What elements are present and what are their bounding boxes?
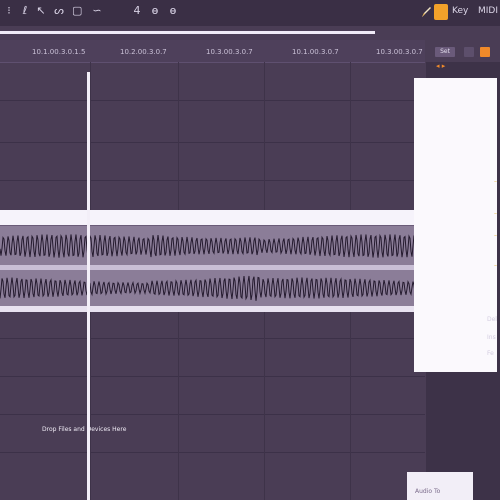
draw-icon[interactable]: ℓ — [20, 3, 30, 19]
key-label: Key — [452, 6, 469, 16]
side-label[interactable]: Ins — [487, 334, 496, 341]
box-icon[interactable]: ▢ — [72, 3, 82, 19]
waveform-right-channel — [0, 270, 422, 306]
edit-icon[interactable] — [464, 47, 474, 57]
playhead-cursor[interactable] — [87, 72, 90, 500]
ruler-label: 10.2.00.3.0.7 — [120, 48, 167, 56]
select-icon[interactable]: ↖ — [36, 3, 46, 19]
ruler-label: 10.3.00.3.0.7 — [206, 48, 253, 56]
track-divider — [0, 180, 425, 181]
key-map-button[interactable] — [434, 4, 448, 20]
loop-icon[interactable]: ɵ — [168, 3, 178, 19]
overview-scroll-bar[interactable] — [0, 31, 375, 34]
nav-arrows-icon[interactable]: ◂ ▸ — [436, 62, 445, 70]
waveform-left-channel — [0, 226, 422, 266]
midi-label[interactable]: MIDI — [478, 6, 498, 16]
tilde-icon[interactable]: ∽ — [92, 3, 102, 19]
pointer-icon[interactable]: ⁝ — [4, 3, 14, 19]
number-icon[interactable]: 4 — [132, 3, 142, 19]
drop-zone-hint: Drop Files and Devices Here — [42, 426, 127, 433]
set-button[interactable]: Set — [435, 47, 455, 57]
side-marker: – — [494, 262, 497, 269]
track-divider — [0, 100, 425, 101]
routing-label[interactable]: Audio To — [415, 488, 440, 495]
track-divider — [0, 376, 425, 377]
side-marker: – — [494, 232, 497, 239]
ruler-label: 10.1.00.3.0.1.5 — [32, 48, 86, 56]
side-label[interactable]: Fe — [487, 350, 494, 357]
zoom-icon[interactable]: ɵ — [150, 3, 160, 19]
clip-header[interactable] — [0, 210, 422, 225]
track-divider — [0, 452, 425, 453]
ruler-label: 10.1.00.3.0.7 — [292, 48, 339, 56]
side-marker: – — [494, 210, 497, 217]
clip-footer — [0, 306, 422, 312]
track-divider — [0, 142, 425, 143]
routing-box[interactable] — [407, 472, 473, 500]
pencil-icon[interactable] — [420, 5, 432, 19]
top-toolbar: ⁝ ℓ ↖ ᔕ ▢ ∽ 4 ɵ ɵ Key MIDI — [0, 0, 500, 26]
side-marker: – — [494, 178, 497, 185]
device-view-panel[interactable] — [414, 78, 497, 372]
side-label[interactable]: Del — [487, 316, 497, 323]
track-divider — [0, 338, 425, 339]
track-divider — [0, 414, 425, 415]
ruler-label: 10.3.00.3.0.7 — [376, 48, 423, 56]
record-arm-icon[interactable] — [480, 47, 490, 57]
curve-icon[interactable]: ᔕ — [54, 3, 64, 19]
